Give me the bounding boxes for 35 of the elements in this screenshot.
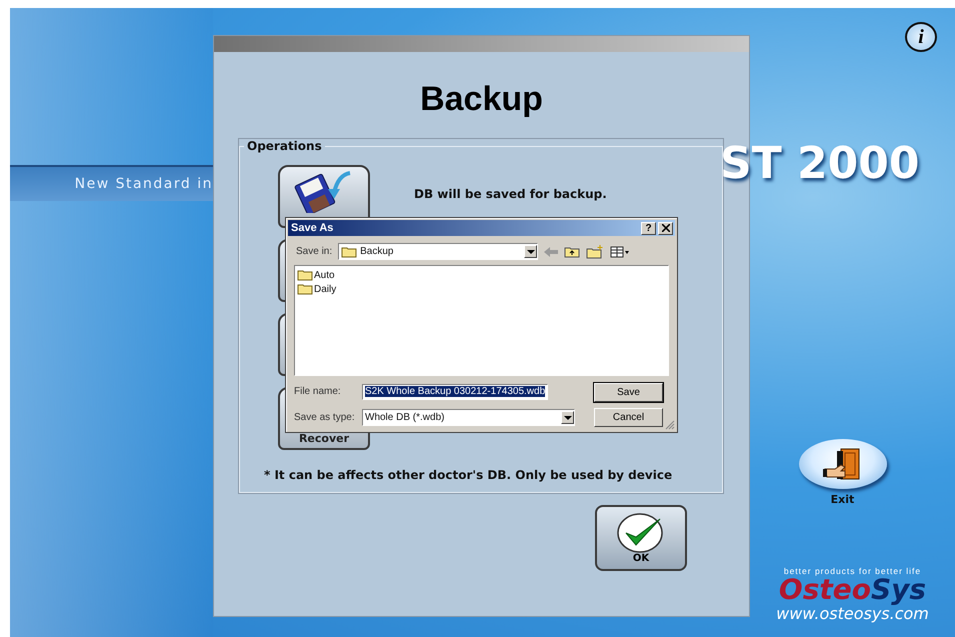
group-label: Operations <box>246 139 323 153</box>
new-folder-icon[interactable] <box>586 244 604 258</box>
dialog-button[interactable]: Save <box>594 383 663 402</box>
panel-title: Backup <box>419 80 544 119</box>
save-in-dropdown[interactable]: Backup <box>338 243 538 260</box>
save-in-label: Save in: <box>296 246 332 257</box>
ok-button[interactable]: OK <box>595 505 687 571</box>
folder-icon <box>297 269 313 281</box>
folder-item[interactable]: Auto <box>297 268 666 282</box>
info-button[interactable]: i <box>905 22 937 52</box>
warning-note: * It can be affects other doctor's DB. Only be used by device <box>264 468 674 482</box>
file-name-label: File name: <box>294 386 342 398</box>
hand-door-icon <box>822 447 862 481</box>
file-name-field[interactable]: S2K Whole Backup 030212-174305.wdb <box>362 384 548 400</box>
save-as-type-dropdown[interactable]: Whole DB (*.wdb) <box>362 409 575 426</box>
brand-url: www.osteosys.com <box>776 604 929 623</box>
exit-label: Exit <box>830 493 854 506</box>
close-icon <box>662 224 670 232</box>
resize-grip-icon[interactable] <box>665 420 675 430</box>
view-menu-icon[interactable] <box>610 246 630 258</box>
brand-logo: OsteoSys <box>778 576 926 604</box>
folder-item[interactable]: Daily <box>297 282 666 296</box>
dialog-title: Save As <box>291 222 334 234</box>
brand-slogan: better products for better life <box>784 566 922 576</box>
tagline: New Standard in <box>74 176 213 192</box>
description-text: DB will be saved for backup. <box>414 187 607 201</box>
product-name: ST 2000 <box>720 138 920 189</box>
folder-icon <box>297 283 313 295</box>
dialog-button[interactable]: Cancel <box>594 408 663 427</box>
folder-up-icon[interactable] <box>564 246 580 258</box>
help-button[interactable]: ? <box>641 222 656 234</box>
save-as-type-label: Save as type: <box>294 412 356 424</box>
folder-icon <box>341 246 358 258</box>
close-button[interactable] <box>658 222 673 234</box>
exit-button[interactable] <box>798 439 886 489</box>
